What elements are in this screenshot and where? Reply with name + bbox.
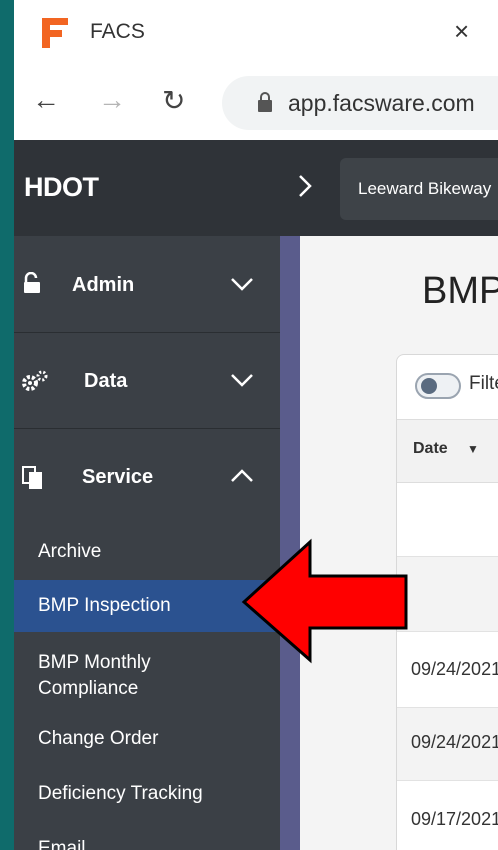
- table-row-empty: [397, 482, 498, 557]
- sidebar-section-label: Data: [84, 370, 128, 392]
- url-text[interactable]: app.facsware.com: [288, 90, 475, 117]
- facs-logo-icon: [42, 18, 68, 48]
- cell-date: 09/24/2021: [411, 659, 498, 679]
- table-row[interactable]: 09/17/2021: [397, 781, 498, 850]
- documents-icon: [22, 466, 42, 489]
- browser-tab-bar: FACS ×: [14, 0, 498, 64]
- annotation-arrow: [241, 538, 408, 664]
- page-title: BMP Inspection: [422, 270, 498, 312]
- filter-toggle[interactable]: [415, 373, 461, 399]
- project-selector[interactable]: Leeward Bikeway: [340, 158, 498, 220]
- sidebar-item-label: BMP Monthly Compliance: [38, 652, 151, 699]
- sidebar-section-data[interactable]: Data: [14, 332, 280, 429]
- column-header-date[interactable]: Date: [413, 440, 448, 458]
- sidebar-item-label: Email: [38, 838, 86, 850]
- sidebar-item-deficiency-tracking[interactable]: Deficiency Tracking: [14, 766, 280, 822]
- inspection-table-card: Filter Date ▼ 09/24/2021 09/24/2021 09/1…: [396, 354, 498, 850]
- chevron-down-icon: [231, 374, 253, 387]
- tab-title[interactable]: FACS: [90, 20, 145, 44]
- project-name: Leeward Bikeway: [358, 179, 492, 198]
- reload-icon[interactable]: ↻: [162, 84, 185, 117]
- close-tab-icon[interactable]: ×: [454, 16, 469, 47]
- browser-window: FACS × ← → ↻ app.facsware.com HDOT Leewa…: [14, 0, 498, 850]
- sidebar-item-change-order[interactable]: Change Order: [14, 710, 280, 766]
- chevron-up-icon: [231, 469, 253, 482]
- app-header: HDOT Leeward Bikeway: [14, 140, 498, 236]
- sidebar-section-service[interactable]: Service: [14, 428, 280, 524]
- table-row-empty: [397, 557, 498, 632]
- browser-nav-bar: ← → ↻ app.facsware.com: [14, 64, 498, 141]
- forward-icon[interactable]: →: [98, 84, 126, 116]
- sort-desc-icon[interactable]: ▼: [467, 442, 479, 456]
- gears-icon: [22, 370, 48, 391]
- chevron-right-icon[interactable]: [298, 174, 312, 198]
- sidebar-section-label: Admin: [72, 274, 135, 296]
- sidebar-item-label: Change Order: [38, 728, 159, 749]
- sidebar-section-label: Service: [82, 466, 154, 488]
- sidebar-item-label: Archive: [38, 541, 102, 562]
- sidebar-item-label: BMP Inspection: [38, 595, 171, 616]
- table-row[interactable]: 09/24/2021: [397, 632, 498, 708]
- sidebar-section-admin[interactable]: Admin: [14, 236, 280, 333]
- toggle-knob: [421, 378, 437, 394]
- brand-title[interactable]: HDOT: [24, 172, 99, 203]
- chevron-down-icon: [231, 278, 253, 291]
- unlock-icon: [24, 272, 40, 293]
- back-icon[interactable]: ←: [32, 84, 60, 116]
- sidebar-item-label: Deficiency Tracking: [38, 783, 203, 804]
- address-bar[interactable]: app.facsware.com: [222, 76, 498, 130]
- lock-icon: [258, 92, 272, 112]
- table-row[interactable]: 09/24/2021: [397, 708, 498, 781]
- sidebar-item-email[interactable]: Email: [14, 822, 280, 850]
- table-header: Date ▼: [397, 419, 498, 483]
- cell-date: 09/24/2021: [411, 732, 498, 752]
- filter-label: Filter: [469, 373, 498, 394]
- cell-date: 09/17/2021: [411, 809, 498, 829]
